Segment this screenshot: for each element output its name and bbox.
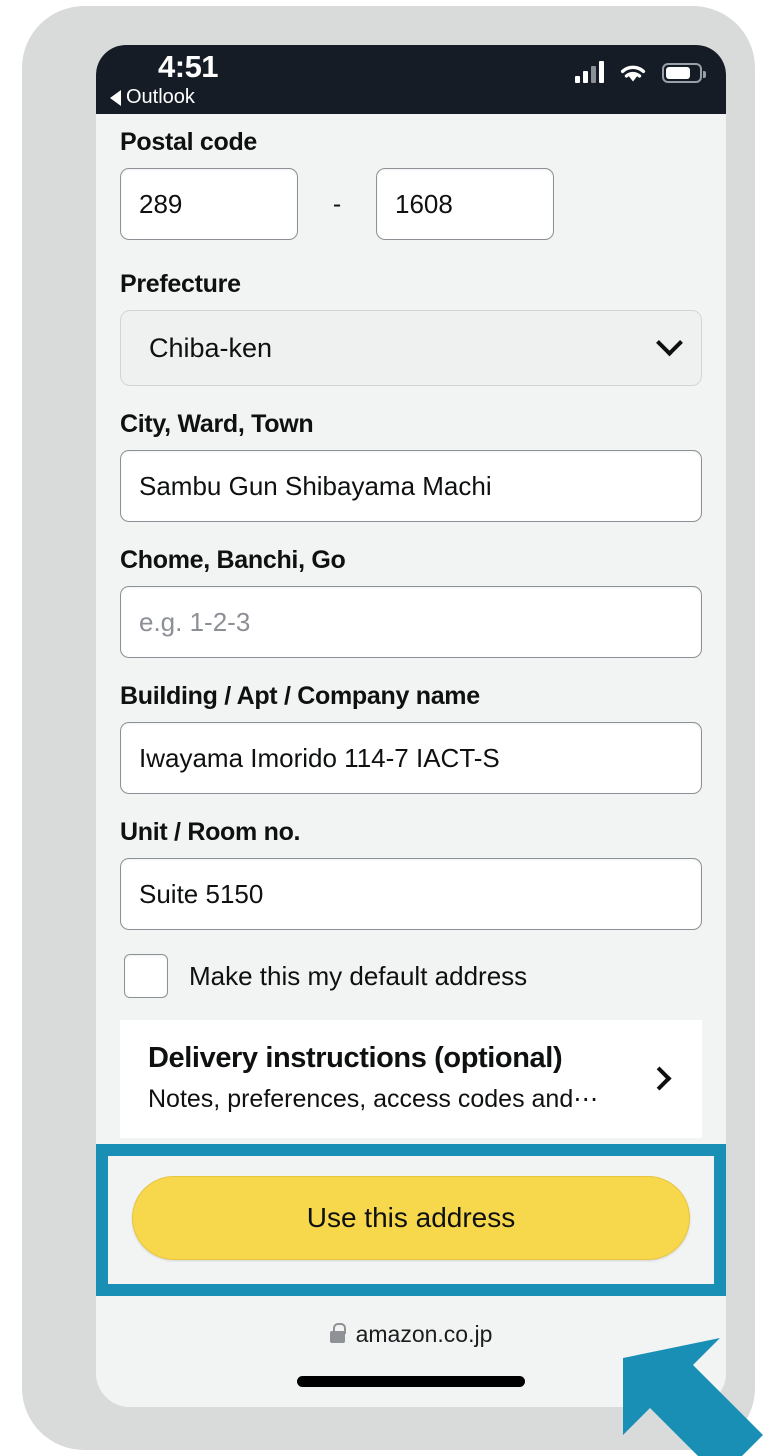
default-address-row[interactable]: Make this my default address: [120, 954, 702, 998]
delivery-instructions-title: Delivery instructions (optional): [148, 1042, 563, 1074]
home-indicator[interactable]: [297, 1376, 525, 1387]
cellular-signal-icon: [575, 61, 604, 83]
chome-label: Chome, Banchi, Go: [120, 546, 346, 574]
postal-code-row: 289 - 1608: [120, 168, 702, 240]
browser-domain-label: amazon.co.jp: [355, 1320, 493, 1347]
chevron-down-icon: [656, 328, 683, 356]
delivery-instructions-subtitle: Notes, preferences, access codes and⋯: [148, 1085, 599, 1113]
unit-group: Unit / Room no. Suite 5150: [120, 818, 702, 930]
phone-frame: 4:51 Outlook Postal code 289 - 1608 Pref…: [22, 6, 755, 1450]
postal-code-separator: -: [332, 189, 342, 218]
city-label: City, Ward, Town: [120, 410, 314, 438]
default-address-label: Make this my default address: [189, 960, 528, 991]
postal-code-part2-input[interactable]: 1608: [376, 168, 554, 240]
prefecture-select[interactable]: Chiba-ken: [120, 310, 702, 386]
status-bar: 4:51 Outlook: [96, 45, 726, 114]
phone-screen: 4:51 Outlook Postal code 289 - 1608 Pref…: [96, 45, 726, 1407]
chome-group: Chome, Banchi, Go e.g. 1-2-3: [120, 546, 702, 658]
delivery-instructions-card[interactable]: Delivery instructions (optional) Notes, …: [120, 1020, 702, 1138]
address-form-page: Postal code 289 - 1608 Prefecture Chiba-…: [96, 114, 726, 1407]
city-group: City, Ward, Town Sambu Gun Shibayama Mac…: [120, 410, 702, 522]
triangle-left-icon: [110, 89, 121, 106]
battery-icon: [662, 63, 706, 83]
city-input[interactable]: Sambu Gun Shibayama Machi: [120, 450, 702, 522]
chome-input[interactable]: e.g. 1-2-3: [120, 586, 702, 658]
unit-input[interactable]: Suite 5150: [120, 858, 702, 930]
chevron-right-icon: [647, 1065, 672, 1091]
building-input[interactable]: Iwayama Imorido 114-7 IACT-S: [120, 722, 702, 794]
back-app-label: Outlook: [126, 86, 195, 108]
postal-code-group: Postal code 289 - 1608: [120, 128, 702, 240]
wifi-icon: [620, 65, 646, 82]
prefecture-selected-value: Chiba-ken: [149, 332, 273, 363]
unit-label: Unit / Room no.: [120, 818, 301, 846]
back-to-outlook-link[interactable]: Outlook: [110, 86, 195, 109]
postal-code-label: Postal code: [120, 128, 258, 156]
status-bar-time: 4:51: [158, 49, 219, 84]
status-bar-indicators: [575, 61, 706, 84]
delivery-instructions-text: Delivery instructions (optional) Notes, …: [148, 1042, 598, 1114]
address-form: Postal code 289 - 1608 Prefecture Chiba-…: [96, 114, 726, 998]
cta-highlight-box: Use this address: [96, 1144, 726, 1296]
use-this-address-button[interactable]: Use this address: [132, 1176, 690, 1260]
building-label: Building / Apt / Company name: [120, 682, 480, 710]
prefecture-group: Prefecture Chiba-ken: [120, 270, 702, 386]
lock-icon: [329, 1322, 346, 1343]
screenshot-root: 4:51 Outlook Postal code 289 - 1608 Pref…: [0, 0, 777, 1456]
postal-code-part1-input[interactable]: 289: [120, 168, 298, 240]
default-address-checkbox[interactable]: [124, 954, 168, 998]
prefecture-label: Prefecture: [120, 270, 241, 298]
building-group: Building / Apt / Company name Iwayama Im…: [120, 682, 702, 794]
browser-url-bar[interactable]: amazon.co.jp: [96, 1306, 726, 1362]
